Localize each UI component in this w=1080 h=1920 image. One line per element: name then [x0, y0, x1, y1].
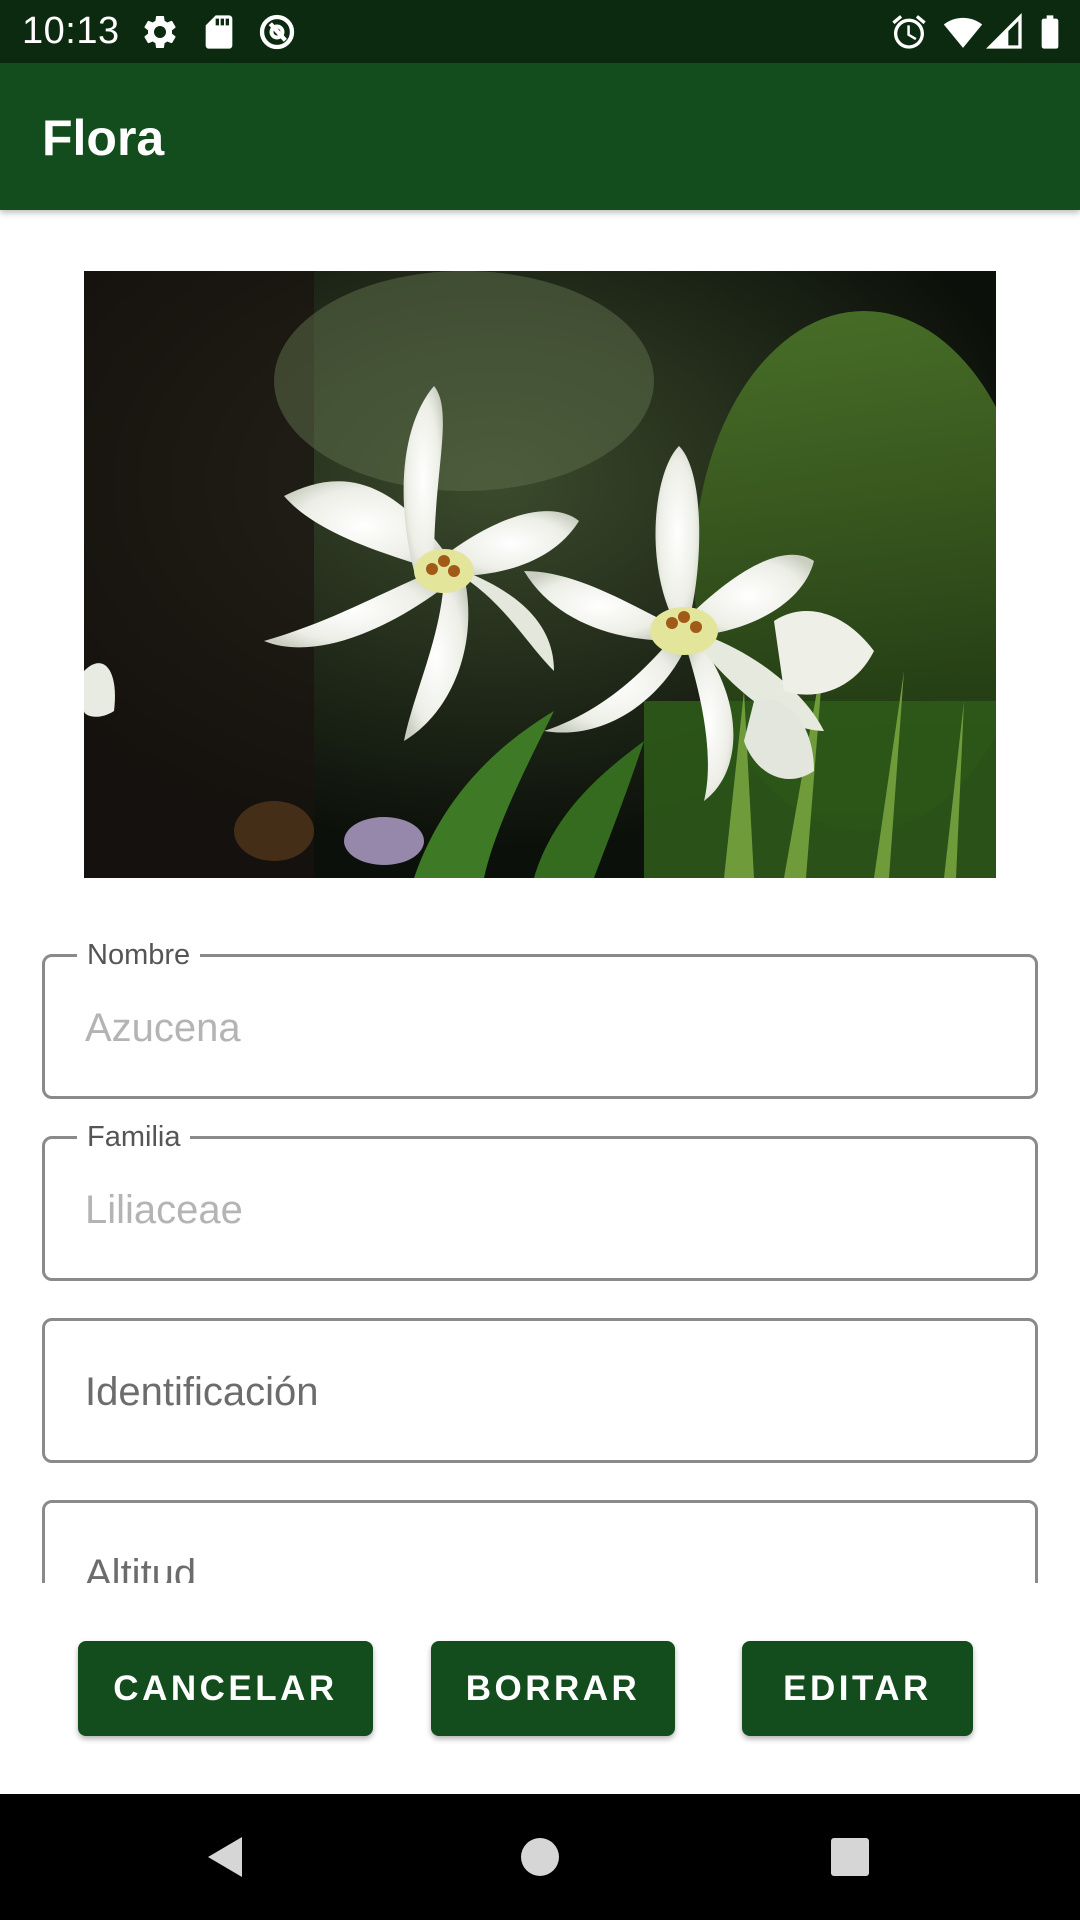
altitud-field[interactable]: Altitud: [42, 1500, 1038, 1583]
recents-icon[interactable]: [820, 1827, 880, 1887]
battery-icon: [1030, 12, 1070, 52]
nombre-field[interactable]: Nombre Azucena: [42, 937, 1038, 1099]
identificacion-field[interactable]: Identificación: [42, 1318, 1038, 1463]
alarm-icon: [889, 12, 929, 52]
plant-photo: [84, 271, 996, 878]
familia-value: Liliaceae: [85, 1188, 243, 1232]
wifi-icon: [943, 12, 983, 52]
nombre-value: Azucena: [85, 1006, 241, 1050]
familia-field[interactable]: Familia Liliaceae: [42, 1119, 1038, 1281]
navigation-bar: [0, 1794, 1080, 1920]
altitud-placeholder: Altitud: [85, 1552, 197, 1583]
familia-label: Familia: [77, 1119, 191, 1155]
sd-card-icon: [199, 12, 239, 52]
cancel-button[interactable]: CANCELAR: [78, 1641, 373, 1736]
status-time: 10:13: [22, 10, 120, 52]
signal-icon: [985, 12, 1025, 52]
back-icon[interactable]: [195, 1827, 255, 1887]
edit-button[interactable]: EDITAR: [742, 1641, 973, 1736]
home-icon[interactable]: [510, 1827, 570, 1887]
vpn-icon: [257, 12, 297, 52]
status-bar: 10:13: [0, 0, 1080, 63]
app-bar: Flora: [0, 63, 1080, 210]
identificacion-placeholder: Identificación: [85, 1370, 319, 1414]
app-title: Flora: [42, 110, 165, 166]
settings-icon: [140, 12, 180, 52]
delete-button[interactable]: BORRAR: [431, 1641, 675, 1736]
nombre-label: Nombre: [77, 937, 201, 973]
form-scroll-area[interactable]: Nombre Azucena Familia Liliaceae Identif…: [0, 900, 1080, 1583]
